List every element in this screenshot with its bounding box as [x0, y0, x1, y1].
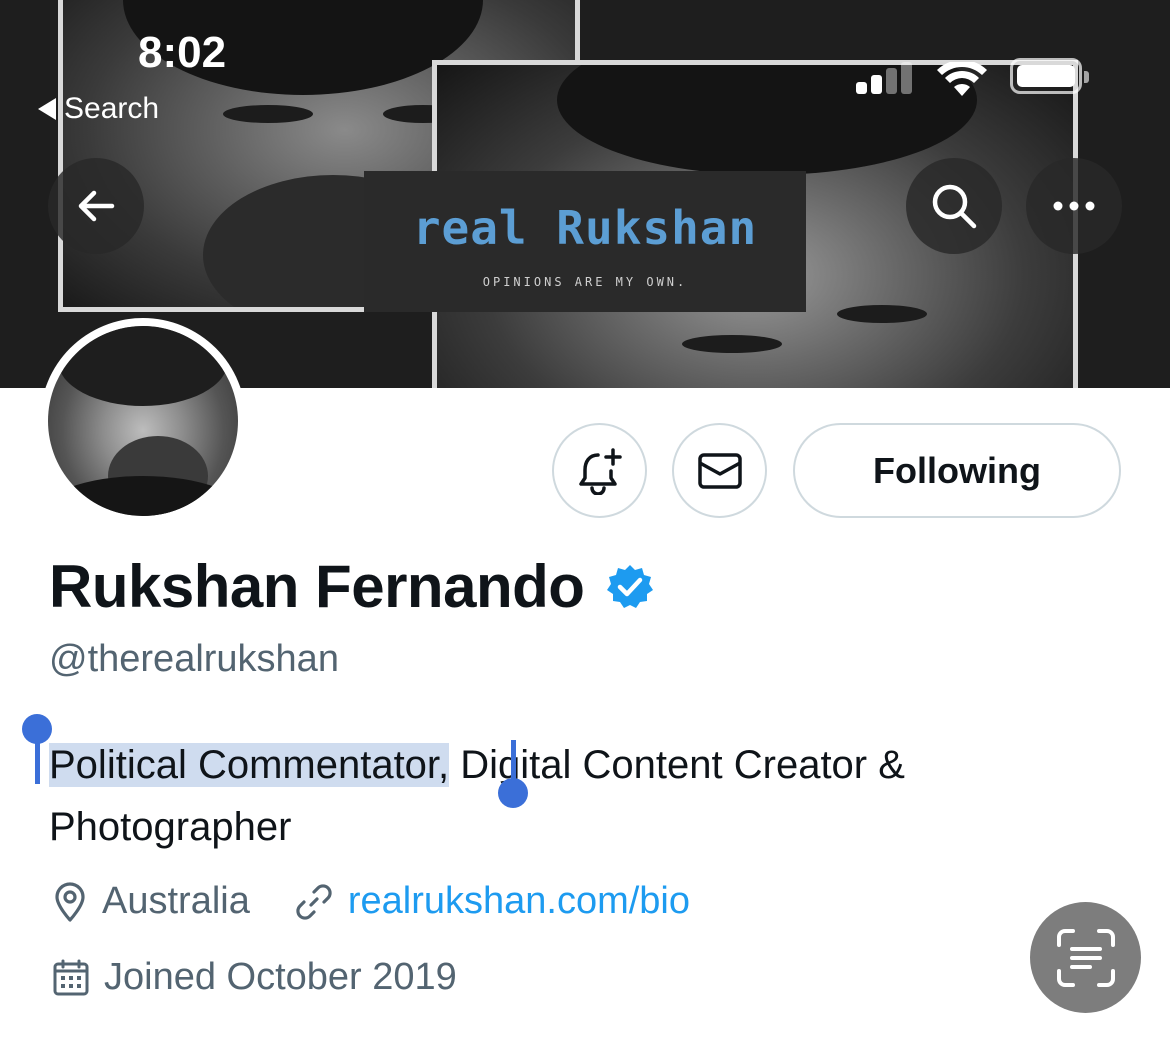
more-horizontal-icon [1053, 201, 1095, 211]
arrow-left-icon [78, 190, 115, 222]
link-icon [296, 883, 332, 920]
banner-title-card: real Rukshan OPINIONS ARE MY OWN. [364, 171, 806, 312]
bio-selected-text[interactable]: Political Commentator, [49, 743, 450, 787]
verified-badge-icon[interactable] [606, 563, 654, 611]
live-text-scan-button[interactable] [1030, 902, 1141, 1013]
search-icon [932, 184, 977, 229]
location-pin-icon [55, 881, 85, 922]
message-button[interactable] [672, 423, 767, 518]
bio-text[interactable]: Political Commentator, Digital Content C… [49, 734, 1109, 858]
joined-date: Joined October 2019 [104, 956, 457, 998]
selection-end-handle[interactable] [498, 740, 528, 808]
back-triangle-icon [38, 98, 56, 120]
calendar-icon [53, 959, 89, 995]
battery-icon [1010, 58, 1089, 94]
avatar-photo [48, 326, 238, 516]
bio-text-line2: Photographer [49, 805, 292, 849]
name-row: Rukshan Fernando [49, 552, 654, 621]
back-to-app-label: Search [64, 92, 160, 125]
avatar[interactable] [40, 318, 246, 524]
profile-meta-row: Australia realrukshan.com/bio [52, 880, 690, 923]
location-text: Australia [102, 880, 250, 922]
back-button[interactable] [48, 158, 144, 254]
search-button[interactable] [906, 158, 1002, 254]
cellular-signal-icon [856, 62, 914, 94]
more-options-button[interactable] [1026, 158, 1122, 254]
following-button[interactable]: Following [793, 423, 1121, 518]
selection-start-handle[interactable] [22, 714, 52, 784]
user-handle: @therealrukshan [49, 638, 339, 680]
status-time: 8:02 [138, 28, 227, 77]
bell-plus-icon [578, 447, 622, 495]
banner-title: real Rukshan [412, 201, 758, 255]
website-url[interactable]: realrukshan.com/bio [348, 880, 690, 923]
notifications-button[interactable] [552, 423, 647, 518]
banner-tagline: OPINIONS ARE MY OWN. [482, 275, 688, 289]
joined-row: Joined October 2019 [52, 956, 457, 999]
envelope-icon [697, 452, 742, 489]
wifi-icon [937, 62, 987, 96]
website-link[interactable]: realrukshan.com/bio [294, 880, 690, 923]
back-to-app-link[interactable]: Search [38, 92, 159, 126]
display-name: Rukshan Fernando [49, 553, 585, 620]
text-scan-icon [1056, 928, 1115, 987]
